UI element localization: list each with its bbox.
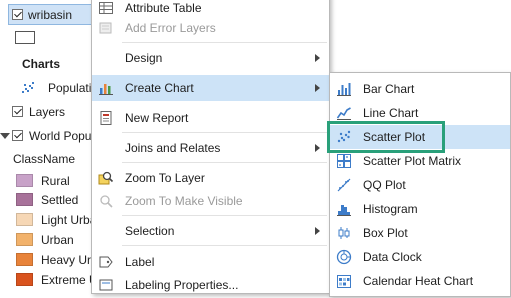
menu-label: Labeling Properties... [125,278,239,292]
report-icon [98,110,114,126]
menu-divider [122,132,327,133]
world-population-checkbox[interactable] [12,130,23,141]
menu-divider [122,215,327,216]
scatter-chart-icon [21,81,35,94]
calendar-heat-icon [336,273,352,289]
submenu-arrow-icon [315,227,320,235]
contents-pane: wribasin Charts Population Layers World … [0,0,122,291]
menu-label: Label [125,255,155,269]
expand-chevron-icon[interactable] [0,133,10,139]
submenu-arrow-icon [315,144,320,152]
qq-plot-icon [336,177,352,193]
submenu-item-qq-plot[interactable]: QQ Plot [330,173,510,197]
symbol-swatch[interactable] [15,31,35,44]
class-swatch-rural [16,174,33,187]
menu-item-zoom-visible[interactable]: Zoom To Make Visible [92,188,329,214]
menu-divider [122,162,327,163]
submenu-label: Line Chart [363,106,419,120]
layers-checkbox[interactable] [12,106,23,117]
table-icon [98,0,114,16]
layers-group-label[interactable]: Layers [29,105,65,119]
histogram-icon [336,201,352,217]
class-swatch-heavy-urban [16,253,33,266]
wribasin-checkbox[interactable] [12,9,23,20]
menu-divider [122,42,327,43]
class-swatch-urban [16,233,33,246]
menu-label: Joins and Relates [125,141,221,155]
submenu-arrow-icon [315,54,320,62]
zoom-layer-icon [98,170,114,186]
submenu-item-histogram[interactable]: Histogram [330,197,510,221]
submenu-label: Scatter Plot Matrix [363,154,462,168]
menu-label: Add Error Layers [125,21,216,35]
box-plot-icon [336,225,352,241]
menu-label: Attribute Table [125,1,202,15]
class-swatch-settled [16,193,33,206]
label-icon [98,254,114,270]
submenu-label: Bar Chart [363,82,415,96]
class-label: Settled [41,193,79,207]
submenu-label: Calendar Heat Chart [363,274,474,288]
layer-name[interactable]: wribasin [28,8,72,22]
submenu-label: Data Clock [363,250,422,264]
submenu-arrow-icon [315,84,320,92]
menu-item-new-report[interactable]: New Report [92,105,329,131]
submenu-label: QQ Plot [363,178,406,192]
field-name-label: ClassName [13,152,76,166]
layer-context-menu: Attribute Table Add Error Layers Design … [91,0,330,294]
class-label: Rural [41,174,70,188]
menu-item-design[interactable]: Design [92,45,329,71]
scatter-plot-focus-outline [327,121,445,153]
class-swatch-extreme-urban [16,273,33,286]
menu-label: Zoom To Layer [125,171,205,185]
menu-label: New Report [125,111,189,125]
menu-label: Selection [125,224,175,238]
zoom-visible-icon [98,193,114,209]
menu-item-selection[interactable]: Selection [92,218,329,244]
submenu-item-box-plot[interactable]: Box Plot [330,221,510,245]
menu-label: Zoom To Make Visible [125,194,243,208]
submenu-item-bar-chart[interactable]: Bar Chart [330,77,510,101]
submenu-item-data-clock[interactable]: Data Clock [330,245,510,269]
line-chart-icon [336,105,352,121]
submenu-item-calendar-heat-chart[interactable]: Calendar Heat Chart [330,269,510,293]
menu-label: Design [125,51,163,65]
submenu-label: Box Plot [363,226,408,240]
menu-item-add-error-layers[interactable]: Add Error Layers [92,15,329,41]
menu-divider [122,245,327,246]
menu-item-create-chart[interactable]: Create Chart [92,75,329,101]
submenu-label: Histogram [363,202,418,216]
scatter-matrix-icon [336,153,352,169]
create-chart-icon [98,80,114,96]
error-layers-icon [98,20,114,36]
menu-item-joins-relates[interactable]: Joins and Relates [92,135,329,161]
create-chart-submenu: Bar Chart Line Chart Scatter Plot Scatte… [329,72,511,297]
charts-heading: Charts [22,57,61,71]
menu-label: Create Chart [125,81,194,95]
class-swatch-light-urban [16,213,33,226]
bar-chart-icon [336,81,352,97]
menu-item-labeling-properties[interactable]: Labeling Properties... [92,272,329,298]
data-clock-icon [336,249,352,265]
class-label: Urban [41,233,74,247]
